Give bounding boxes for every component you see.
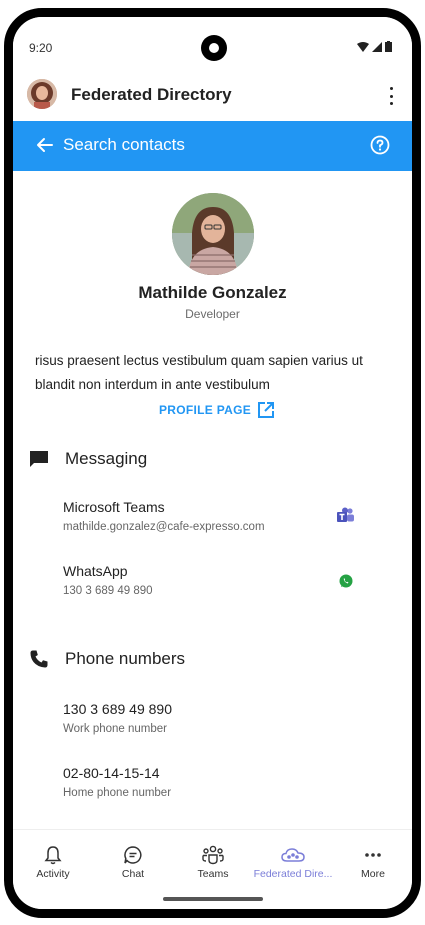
contact-details: Mathilde Gonzalez Developer risus praese… [13,171,412,829]
app-title: Federated Directory [71,85,232,104]
profile-photo [172,193,254,275]
app-bar: Federated Directory [13,75,412,121]
nav-chat[interactable]: Chat [93,844,173,880]
wifi-icon [357,41,369,52]
user-avatar[interactable] [27,79,57,109]
overflow-menu-icon[interactable] [386,87,396,105]
contact-name: Mathilde Gonzalez [138,283,287,302]
nav-teams[interactable]: Teams [173,844,253,880]
home-indicator[interactable] [163,897,263,901]
bell-icon [44,846,62,865]
status-bar: 9:20 [13,17,412,75]
nav-activity[interactable]: Activity [13,844,93,880]
phone-number: 130 3 689 49 890 [63,701,172,717]
teams-group-icon [202,845,224,865]
contact-role: Developer [185,307,240,321]
phone-type-label: Home phone number [63,787,172,799]
phone-section-header: Phone numbers [29,649,185,669]
more-icon [365,853,381,857]
signal-icon [372,41,382,52]
teams-icon[interactable] [336,507,356,525]
phone-heading: Phone numbers [65,649,186,668]
nav-federated-directory[interactable]: Federated Dire... [253,844,333,880]
contact-bio: risus praesent lectus vestibulum quam sa… [35,353,363,392]
nav-more[interactable]: More [333,844,412,880]
messaging-heading: Messaging [65,449,148,468]
messaging-item-teams[interactable]: Microsoft Teams mathilde.gonzalez@cafe-e… [63,499,396,533]
messaging-section-header: Messaging [29,449,147,469]
open-external-icon [258,402,275,418]
nav-label: Chat [121,868,145,880]
profile-page-label: PROFILE PAGE [159,403,252,417]
phone-item-work[interactable]: 130 3 689 49 890 Work phone number [63,701,396,735]
message-icon [30,451,48,467]
messaging-item-whatsapp[interactable]: WhatsApp 130 3 689 49 890 [63,563,396,597]
federated-directory-icon [281,848,305,862]
whatsapp-icon[interactable] [338,573,354,589]
nav-label: Activity [36,868,70,880]
bottom-navigation: Activity Chat Teams Federated Dire... Mo… [13,829,412,909]
phone-type-label: Work phone number [63,723,167,735]
phone-number: 02-80-14-15-14 [63,765,160,781]
search-header: Search contacts [13,121,412,171]
phone-icon [30,650,48,668]
status-time: 9:20 [29,41,53,55]
battery-icon [385,41,392,52]
phone-item-home[interactable]: 02-80-14-15-14 Home phone number [63,765,396,799]
phone-frame: 9:20 Federated Directory Search contacts [4,8,421,918]
help-icon[interactable] [370,135,390,155]
nav-label: More [361,868,385,880]
camera-cutout [201,35,227,61]
chat-icon [124,846,142,864]
profile-page-link[interactable]: PROFILE PAGE [159,401,275,419]
search-title[interactable]: Search contacts [63,135,185,155]
nav-label: Federated Dire... [253,868,333,880]
status-icons [357,41,392,52]
back-arrow-icon[interactable] [35,135,55,155]
nav-label: Teams [197,868,229,880]
screen: 9:20 Federated Directory Search contacts [13,17,412,909]
